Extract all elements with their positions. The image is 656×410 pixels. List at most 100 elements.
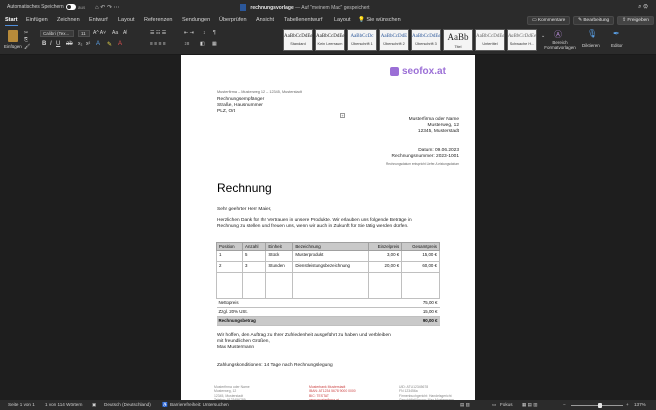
italic-icon[interactable]: I [50,41,52,47]
strikethrough-icon[interactable]: ab [66,41,73,47]
cell: 5 [242,250,267,262]
tab-references[interactable]: Referenzen [144,17,172,23]
style-sample: AaBbCcDdE [380,34,408,39]
proofing-icon[interactable]: ▣ [92,402,96,408]
editing-button[interactable]: ✎ Bearbeitung [573,16,615,25]
style-tile[interactable]: AaBbCcDdEe Schwache H... [507,29,537,51]
word-count[interactable]: 1 von 114 Wörtern [45,402,82,407]
table-row-empty [215,272,440,299]
language-indicator[interactable]: Deutsch (Deutschland) [104,402,151,407]
indent-icon[interactable]: ⇤ ⇥ [184,30,194,36]
cell: 1 [215,250,244,262]
font-size-select[interactable]: 11 [78,30,90,37]
zoom-slider[interactable] [571,405,623,406]
tab-view[interactable]: Ansicht [256,17,274,23]
style-name: Überschrift 3 [415,42,437,46]
table-move-handle-icon[interactable]: + [340,113,345,118]
intro-line-2: Rechnung zu stellen und freuen uns, wenn… [217,224,409,229]
paste-icon[interactable] [8,30,18,42]
zoom-slider-thumb[interactable] [598,403,602,408]
document-page[interactable]: seofox.at Musterfirma – Musterweg 12 – 1… [181,55,475,402]
style-sample: AaBbCcDdEe [284,34,313,39]
comments-button[interactable]: ▭ Kommentare [527,16,571,25]
style-tile[interactable]: AaBbCcDdEe Kein Leerraum [315,29,345,51]
cell: 20,00 € [367,261,403,273]
shading-icon[interactable]: ◧ [200,41,205,47]
style-tile[interactable]: AaBb Titel [443,29,473,51]
style-name: Untertitel [482,42,498,46]
clear-format-icon[interactable]: A̸ [123,30,126,36]
cell [242,272,267,299]
style-tile[interactable]: AaBbCcDdEe Überschrift 3 [411,29,441,51]
col-quantity: Anzahl [242,242,267,251]
align-icons[interactable]: ≡ ≡ ≡ ≡ [150,41,166,47]
text-effects-icon[interactable]: A [96,41,100,47]
tab-table-design[interactable]: Tabellenentwurf [284,17,323,23]
autosave-toggle[interactable] [66,4,76,10]
tab-table-layout[interactable]: Layout [334,17,351,23]
bold-icon[interactable]: B [42,41,46,47]
share-label: Freigeben [627,18,649,23]
invoice-table[interactable]: Position Anzahl Einheit Bezeichnung Einz… [215,242,440,326]
style-tile[interactable]: AaBbCcDdEe Untertitel [475,29,505,51]
editing-label: Bearbeitung [583,18,610,23]
paste-label[interactable]: Einfügen [4,44,22,49]
tab-start[interactable]: Start [5,17,18,26]
table-row: 1 5 Stück Musterprodukt 3,00 € 15,00 € [215,250,440,262]
quick-access-icons[interactable]: ⌂ ↶ ↷ ⋯ [95,4,120,11]
tab-mailings[interactable]: Sendungen [182,17,210,23]
gallery-expand-icon[interactable]: ⌄ [541,33,545,39]
tab-design[interactable]: Entwurf [89,17,108,23]
format-painter-icon[interactable]: 🖌 [24,44,30,50]
cut-icon[interactable]: ✂ [24,30,28,36]
grow-font-icon[interactable]: A^ A˅ [93,30,106,36]
superscript-icon[interactable]: x² [86,41,90,47]
tab-draw[interactable]: Zeichnen [57,17,80,23]
share-button[interactable]: ⇪ Freigeben [617,16,654,25]
font-name-select[interactable]: Calibri (Tex... [40,30,74,37]
tab-review[interactable]: Überprüfen [219,17,247,23]
dictate-button[interactable]: Diktieren [582,43,600,48]
line-spacing-icon[interactable]: ↕≡ [184,41,189,47]
tax-value: 15,00 € [401,307,440,317]
microphone-icon[interactable]: 🎙 [587,29,597,38]
sort-icon[interactable]: ↕ [203,30,206,36]
tell-me[interactable]: 💡 Sie wünschen [358,17,401,23]
editor-icon[interactable]: ✒ [613,29,620,38]
bullets-icon[interactable]: ☰ ☷ ☰ [150,30,166,36]
focus-icon[interactable]: ▭ [492,402,496,408]
highlight-icon[interactable]: ✎ [107,41,112,48]
zoom-out-icon[interactable]: − [563,402,566,407]
editor-button[interactable]: Editor [611,43,623,48]
subscript-icon[interactable]: x₂ [78,41,82,47]
styles-pane-icon[interactable]: Ⓐ [554,29,562,40]
page-indicator[interactable]: Seite 1 von 1 [8,402,35,407]
view-mode-icons[interactable]: ▤ ▥ [460,402,470,408]
zoom-in-icon[interactable]: + [626,402,629,407]
font-color-icon[interactable]: A [118,41,122,47]
search-settings-icons[interactable]: ⌕ ⚙ [638,4,648,11]
copy-icon[interactable]: ⎘ [24,37,28,43]
tax-row: Zzgl. 20% USt. 15,00 € [216,307,440,317]
underline-icon[interactable]: U [56,41,60,47]
status-bar: Seite 1 von 1 1 von 114 Wörtern ▣ Deutsc… [0,400,656,410]
tab-layout[interactable]: Layout [118,17,135,23]
sender-return-line: Musterfirma – Musterweg 12 – 12345, Must… [217,90,302,94]
title-bar: Automatisches Speichern aus ⌂ ↶ ↷ ⋯ rech… [0,0,656,14]
zoom-level[interactable]: 137% [634,402,646,407]
style-tile[interactable]: AaBbCcDdEe Standard [283,29,313,51]
style-tile[interactable]: AaBbCcDc Überschrift 1 [347,29,377,51]
style-tile[interactable]: AaBbCcDdE Überschrift 2 [379,29,409,51]
tab-insert[interactable]: Einfügen [26,17,48,23]
borders-icon[interactable]: ▦ [212,41,217,47]
accessibility-status[interactable]: Barrierefreiheit: Untersuchen [170,402,229,407]
styles-pane-button[interactable]: Bereich Formatvorlagen [544,40,576,51]
sender-city: 12345, Musterstadt [417,129,459,134]
style-sample: AaBbCcDdEe [316,34,345,39]
change-case-icon[interactable]: Aa [112,30,118,36]
ribbon: Einfügen ✂ ⎘ 🖌 Calibri (Tex... 11 A^ A˅ … [0,27,656,55]
layout-view-icons[interactable]: ▦ ▤ ▥ [522,402,538,408]
accessibility-icon[interactable]: ♿ [162,402,168,408]
paragraph-marks-icon[interactable]: ¶ [213,30,216,36]
focus-button[interactable]: Fokus [500,402,513,407]
